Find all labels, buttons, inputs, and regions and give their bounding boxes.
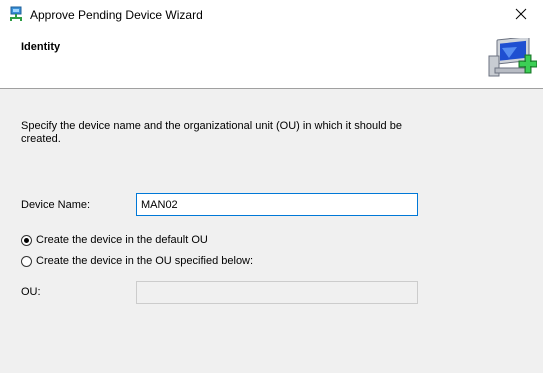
window-title: Approve Pending Device Wizard — [30, 8, 203, 22]
computer-add-icon — [487, 36, 538, 84]
device-name-input[interactable] — [136, 193, 418, 216]
description-text: Specify the device name and the organiza… — [21, 120, 402, 145]
ou-label: OU: — [21, 286, 41, 298]
title-bar: Approve Pending Device Wizard — [0, 0, 543, 30]
close-icon — [515, 8, 527, 23]
page-title: Identity — [21, 41, 61, 53]
radio-default-ou-label: Create the device in the default OU — [36, 234, 208, 246]
device-name-label: Device Name: — [21, 199, 91, 211]
radio-default-ou-button[interactable] — [21, 234, 32, 246]
network-device-icon — [8, 6, 24, 22]
wizard-header: Identity — [0, 30, 543, 89]
radio-specified-ou-button[interactable] — [21, 255, 32, 267]
close-button[interactable] — [499, 0, 543, 30]
ou-input[interactable] — [136, 281, 418, 304]
radio-default-ou[interactable]: Create the device in the default OU — [21, 234, 208, 246]
radio-specified-ou[interactable]: Create the device in the OU specified be… — [21, 255, 253, 267]
radio-specified-ou-label: Create the device in the OU specified be… — [36, 255, 254, 267]
